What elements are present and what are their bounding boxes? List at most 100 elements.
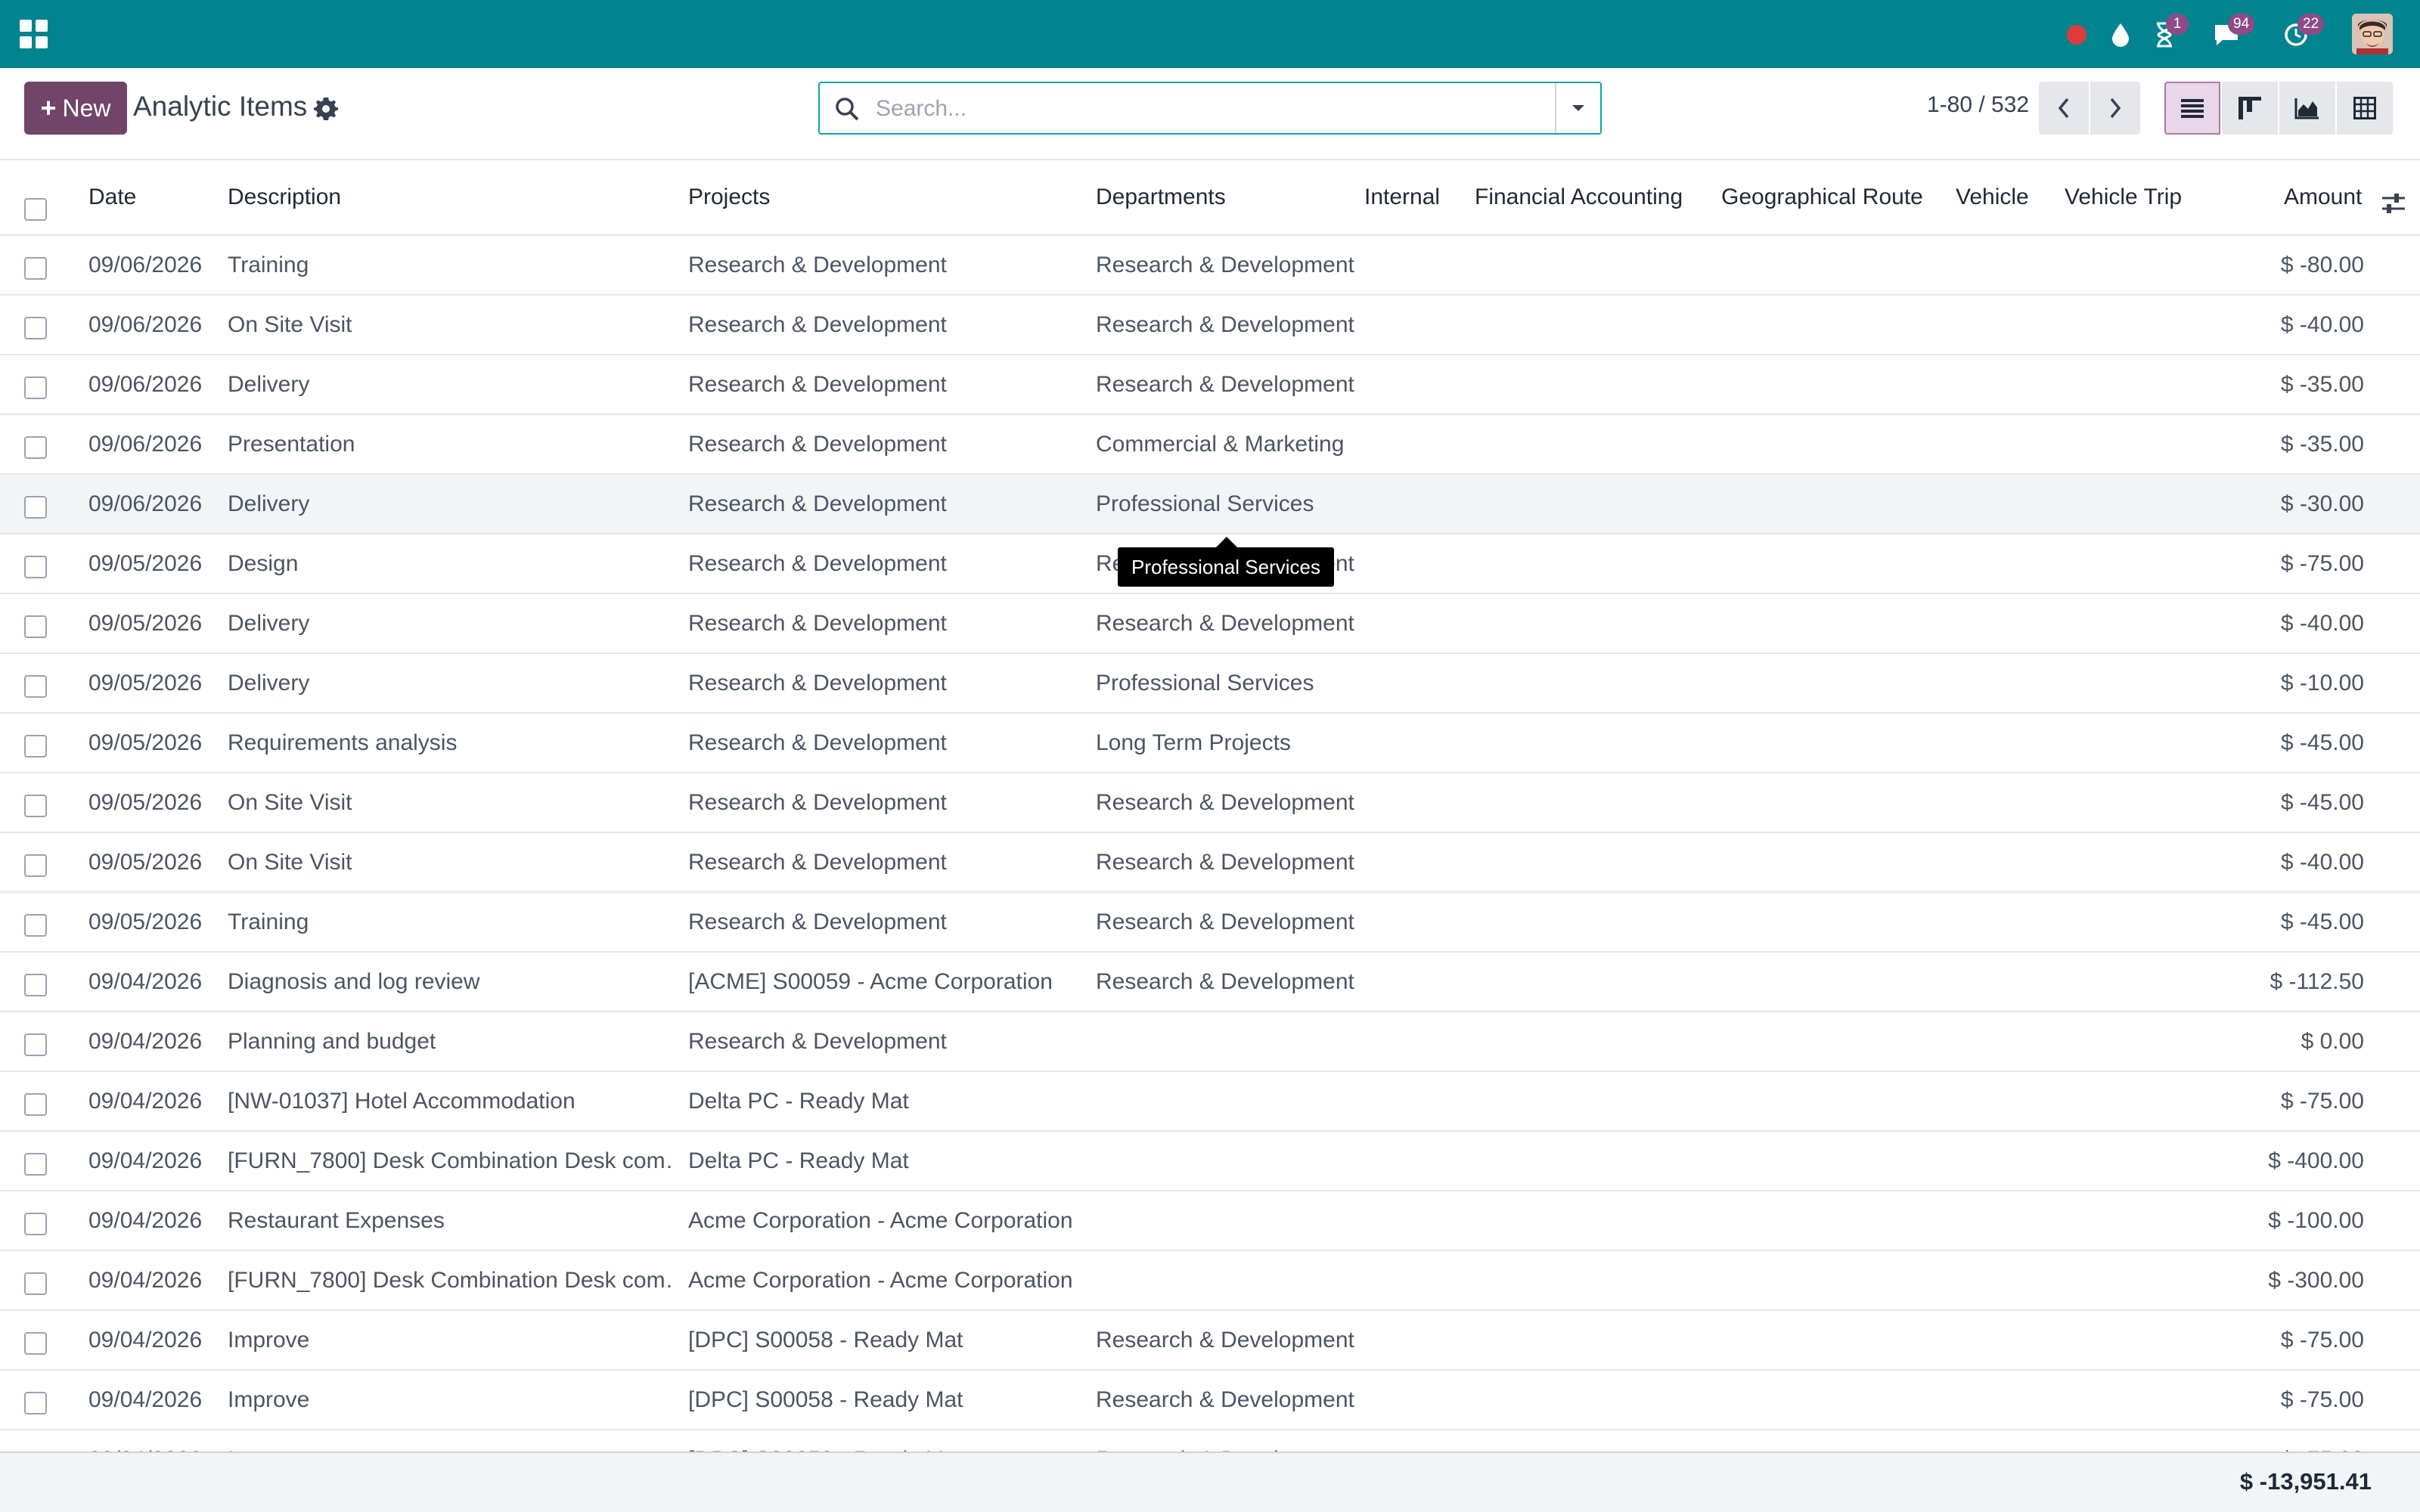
timer-button[interactable]: 22 — [2278, 14, 2325, 53]
cell-amount: $ -10.00 — [2280, 671, 2364, 696]
table-row[interactable]: 09/06/2026 Presentation Research & Develop… — [0, 415, 2420, 475]
new-button-label: New — [62, 94, 111, 122]
table-row[interactable]: 09/06/2026 On Site Visit Research & Develo… — [0, 296, 2420, 355]
row-select-checkbox[interactable] — [24, 1153, 47, 1176]
table-row[interactable]: 09/04/2026Improve[DPC] S00058 - Ready Ma… — [0, 1311, 2420, 1371]
table-row[interactable]: 09/04/2026 [FURN_7800] Desk Combination D… — [0, 1132, 2420, 1191]
cell-date: 09/05/2026 — [88, 790, 203, 815]
cell-project: Research & Development — [688, 850, 947, 875]
table-row[interactable]: 09/04/2026 [NW-01037] Hotel Accommodation… — [0, 1072, 2420, 1132]
cell-project: Research & Development — [688, 611, 947, 636]
cell-date: 09/04/2026 — [88, 1089, 203, 1114]
new-button[interactable]: + New — [24, 82, 127, 135]
column-header-departments[interactable]: Departments — [1096, 184, 1226, 210]
messages-button[interactable]: 94 — [2208, 14, 2255, 53]
row-select-checkbox[interactable] — [24, 376, 47, 399]
table-row[interactable]: 09/04/2026Improve[DPC] S00058 - Ready Ma… — [0, 1371, 2420, 1430]
row-select-checkbox[interactable] — [24, 436, 47, 459]
cell-project: Delta PC - Ready Mat — [688, 1089, 909, 1114]
caret-down-icon — [1572, 105, 1584, 111]
cell-description: Training — [228, 253, 309, 277]
list-view-button[interactable] — [2164, 82, 2220, 135]
cell-date: 09/04/2026 — [88, 1029, 203, 1054]
table-row[interactable]: 09/05/2026 Requirements analysis Research … — [0, 714, 2420, 773]
table-row[interactable]: 09/05/2026 Delivery Research & Development… — [0, 654, 2420, 714]
row-select-checkbox[interactable] — [24, 974, 47, 996]
cell-amount: $ -45.00 — [2280, 909, 2364, 934]
table-row[interactable]: 09/05/2026 Delivery Research & Development… — [0, 594, 2420, 654]
row-select-checkbox[interactable] — [24, 675, 47, 698]
row-select-checkbox[interactable] — [24, 735, 47, 758]
user-avatar[interactable] — [2352, 14, 2393, 54]
column-header-vehicle-trip[interactable]: Vehicle Trip — [2065, 184, 2182, 210]
column-header-projects[interactable]: Projects — [688, 184, 770, 210]
table-row[interactable]: 09/04/2026 Restaurant Expenses Acme Corpor… — [0, 1191, 2420, 1251]
cell-amount: $ -75.00 — [2280, 1089, 2364, 1114]
pager-next-button[interactable] — [2090, 82, 2140, 135]
row-select-checkbox[interactable] — [24, 795, 47, 817]
cell-department: Professional Services — [1096, 491, 1314, 516]
table-row[interactable]: 09/04/2026 [FURN_7800] Desk Combination D… — [0, 1251, 2420, 1311]
column-header-internal[interactable]: Internal — [1364, 184, 1440, 210]
pivot-view-button[interactable] — [2337, 82, 2393, 135]
column-header-amount[interactable]: Amount — [2284, 184, 2362, 210]
cell-project: [ACME] S00059 - Acme Corporation — [688, 969, 1053, 994]
column-header-date[interactable]: Date — [88, 184, 136, 210]
pager-previous-button[interactable] — [2039, 82, 2089, 135]
activity-button[interactable]: 1 — [2146, 14, 2189, 53]
cell-description: Delivery — [228, 611, 310, 636]
apps-grid-icon[interactable] — [20, 20, 48, 48]
row-select-checkbox[interactable] — [24, 496, 47, 519]
row-select-checkbox[interactable] — [24, 1392, 47, 1414]
table-row[interactable]: 09/05/2026 On Site Visit Research & Develo… — [0, 773, 2420, 833]
pager-value[interactable]: 1-80 / 532 — [1927, 92, 2029, 118]
cell-project: [DPC] S00058 - Ready Mat — [688, 1328, 963, 1352]
search-options-toggle[interactable] — [1555, 83, 1600, 133]
row-select-checkbox[interactable] — [24, 615, 47, 638]
page-title: Analytic Items — [133, 91, 308, 122]
column-header-vehicle[interactable]: Vehicle — [1956, 184, 2029, 210]
table-row[interactable]: 09/06/2026 Delivery Research & Development… — [0, 355, 2420, 415]
row-select-checkbox[interactable] — [24, 1033, 47, 1056]
table-row[interactable]: 09/04/2026Improve[DPC] S00058 - Ready Ma… — [0, 1430, 2420, 1452]
cell-project: [DPC] S00058 - Ready Mat — [688, 1387, 963, 1412]
row-select-checkbox[interactable] — [24, 1272, 47, 1295]
table-row[interactable]: 09/04/2026 Diagnosis and log review [ACME]… — [0, 953, 2420, 1012]
cell-date: 09/06/2026 — [88, 372, 203, 397]
select-all-checkbox[interactable] — [24, 198, 47, 221]
row-select-checkbox[interactable] — [24, 556, 47, 578]
graph-view-button[interactable] — [2279, 82, 2335, 135]
cell-description: Presentation — [228, 432, 355, 457]
area-chart-icon — [2294, 98, 2319, 119]
cell-date: 09/05/2026 — [88, 551, 203, 576]
cell-project: Research & Development — [688, 312, 947, 337]
row-select-checkbox[interactable] — [24, 1093, 47, 1116]
cell-date: 09/04/2026 — [88, 1387, 203, 1412]
row-select-checkbox[interactable] — [24, 1332, 47, 1355]
table-row[interactable]: 09/05/2026 On Site Visit Research & Develo… — [0, 833, 2420, 893]
kanban-view-button[interactable] — [2222, 82, 2278, 135]
optional-columns-icon[interactable] — [2381, 191, 2406, 216]
cell-date: 09/05/2026 — [88, 730, 203, 755]
row-select-checkbox[interactable] — [24, 914, 47, 937]
row-select-checkbox[interactable] — [24, 854, 47, 877]
gear-icon[interactable] — [313, 95, 339, 121]
table-row[interactable]: 09/04/2026 Planning and budget Research & … — [0, 1012, 2420, 1072]
row-select-checkbox[interactable] — [24, 317, 47, 339]
column-header-description[interactable]: Description — [228, 184, 341, 210]
search-input[interactable] — [876, 92, 1526, 125]
cell-description: Delivery — [228, 671, 310, 696]
drop-icon[interactable] — [2102, 17, 2139, 53]
cell-amount: $ 0.00 — [2301, 1029, 2364, 1054]
row-select-checkbox[interactable] — [24, 1213, 47, 1235]
column-header-geographical-route[interactable]: Geographical Route — [1721, 184, 1923, 210]
cell-department: Research & Development — [1096, 253, 1354, 277]
cell-amount: $ -35.00 — [2280, 372, 2364, 397]
table-row[interactable]: 09/06/2026 Delivery Research & Development… — [0, 475, 2420, 534]
row-select-checkbox[interactable] — [24, 257, 47, 280]
table-row[interactable]: 09/05/2026 Training Research & Development… — [0, 893, 2420, 953]
table-row[interactable]: 09/06/2026 Training Research & Development… — [0, 236, 2420, 296]
column-header-financial-accounting[interactable]: Financial Accounting — [1475, 184, 1683, 210]
cell-date: 09/05/2026 — [88, 611, 203, 636]
recording-indicator[interactable] — [2059, 17, 2095, 53]
